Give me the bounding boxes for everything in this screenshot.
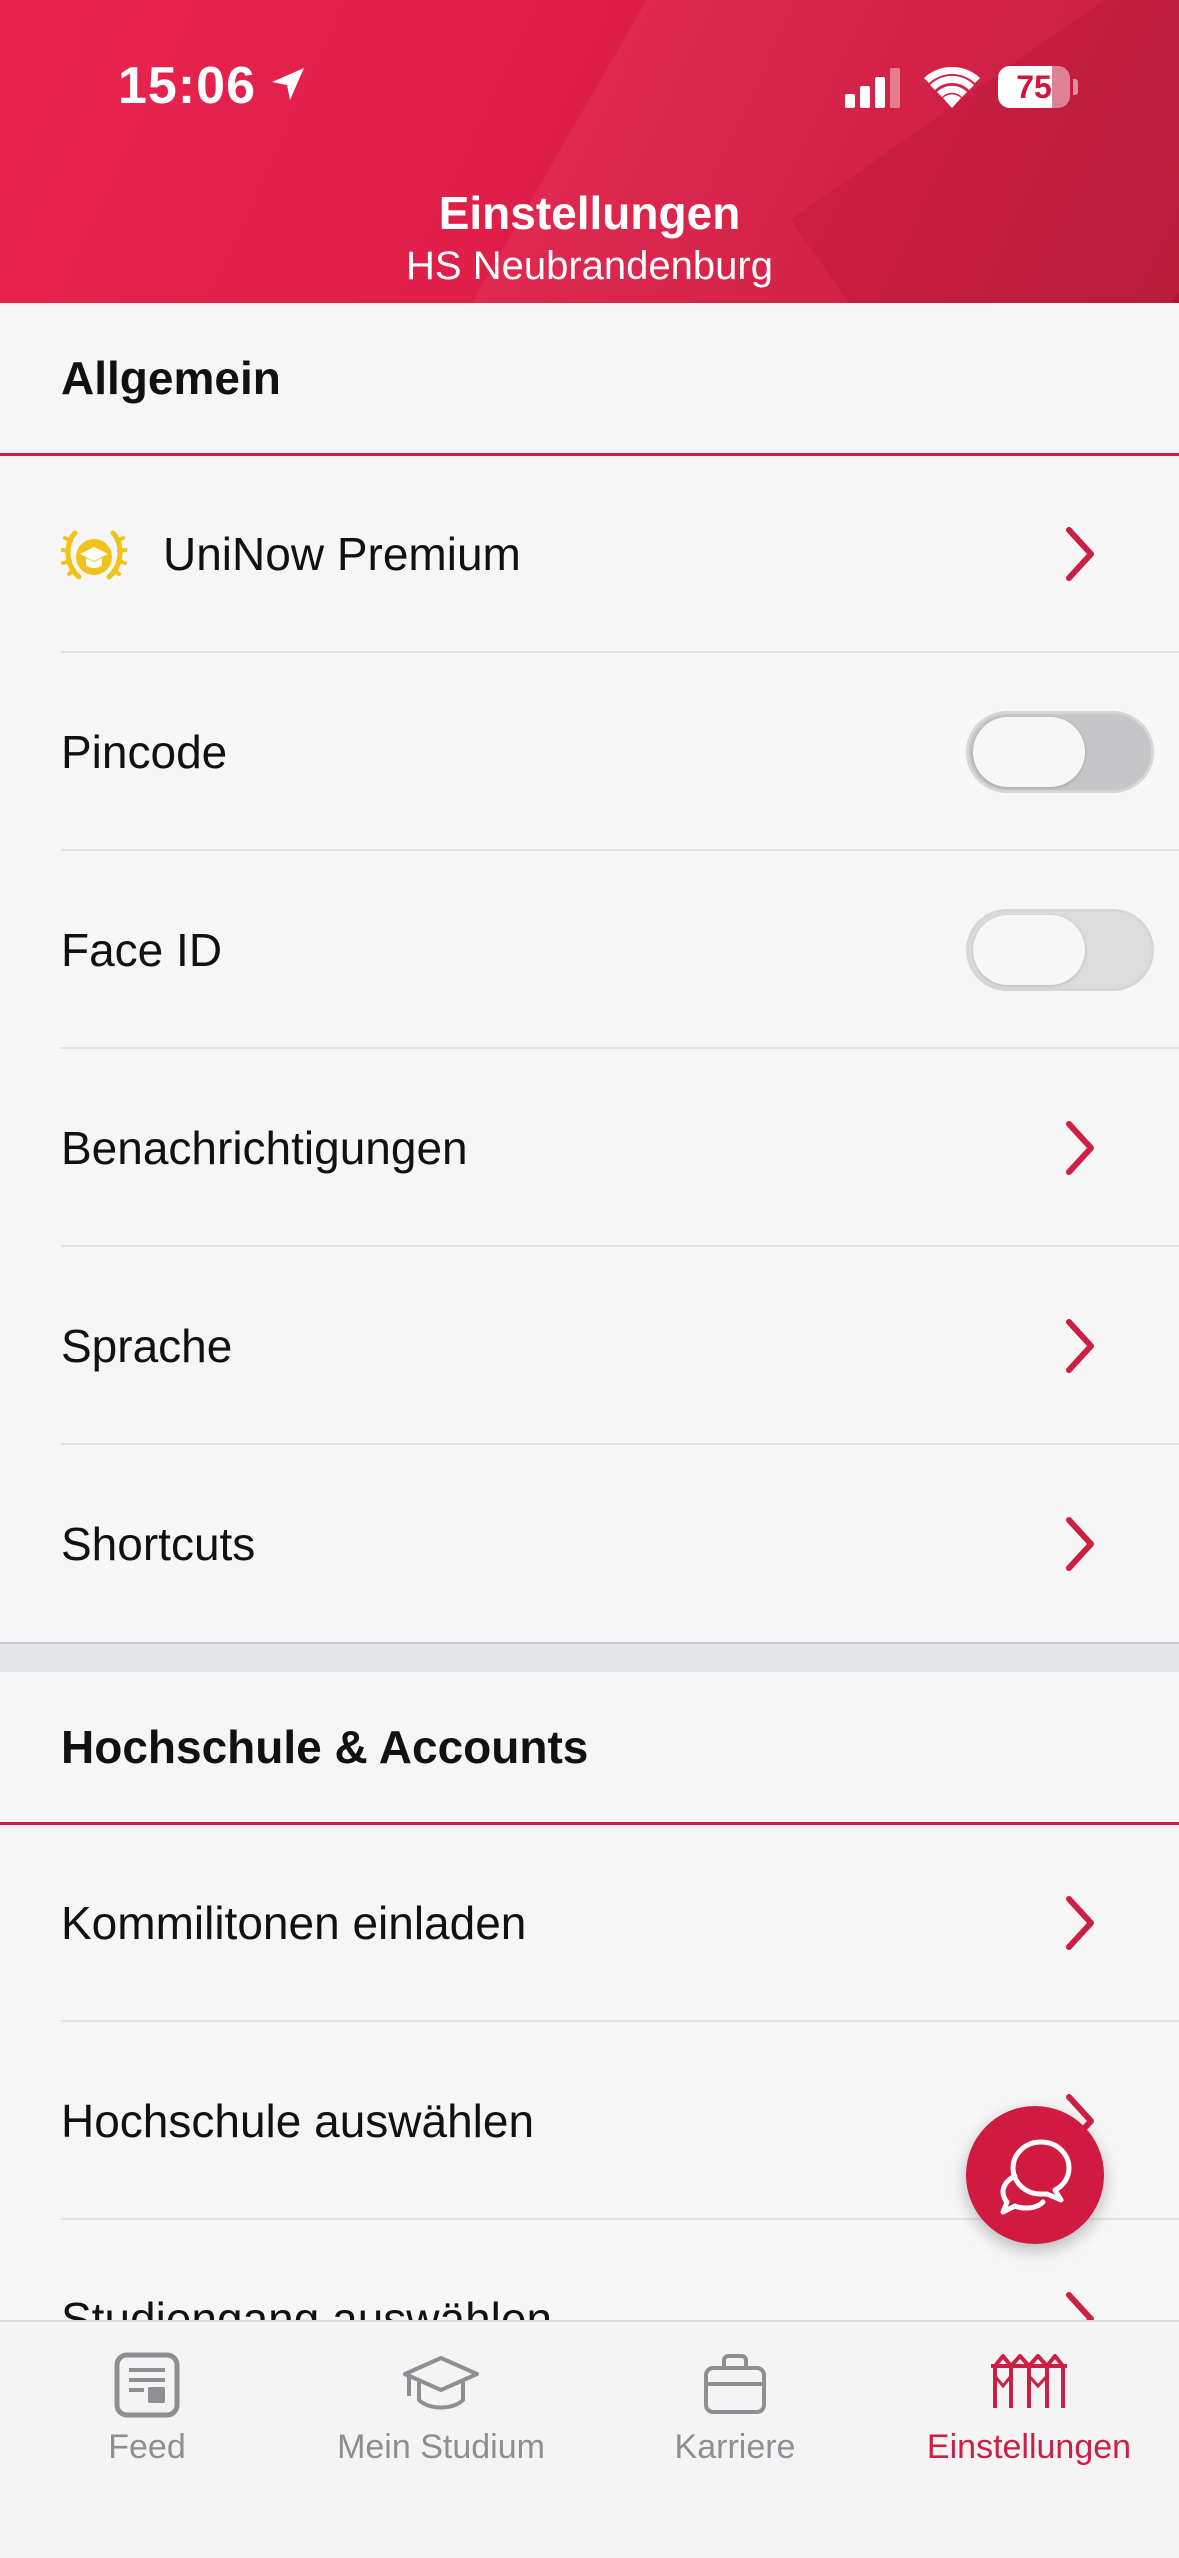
wifi-icon bbox=[924, 66, 980, 108]
settings-row-premium[interactable]: UniNow Premium bbox=[0, 455, 1179, 653]
premium-badge-icon bbox=[61, 530, 127, 580]
row-label: Sprache bbox=[61, 1320, 233, 1372]
tab-einstellungen[interactable]: Einstellungen bbox=[882, 2322, 1176, 2558]
tab-bar: Feed Mein Studium Karriere Einstellungen bbox=[0, 2320, 1179, 2558]
chevron-right-icon bbox=[1066, 1319, 1094, 1373]
section-separator bbox=[0, 1642, 1179, 1672]
row-label: Pincode bbox=[61, 726, 228, 778]
battery-indicator: 75 bbox=[998, 66, 1078, 108]
settings-row-face-id: Face ID bbox=[0, 851, 1179, 1049]
graduation-cap-icon bbox=[403, 2356, 479, 2410]
settings-row-invite-fellow-students[interactable]: Kommilitonen einladen bbox=[0, 1824, 1179, 2022]
chevron-right-icon bbox=[1066, 1517, 1094, 1571]
row-label: Benachrichtigungen bbox=[61, 1122, 468, 1174]
tab-mein-studium[interactable]: Mein Studium bbox=[294, 2322, 588, 2558]
tab-label: Feed bbox=[108, 2428, 186, 2466]
section-header-hochschule-accounts: Hochschule & Accounts bbox=[0, 1672, 1179, 1825]
chat-icon bbox=[1000, 2139, 1072, 2215]
row-label: Face ID bbox=[61, 924, 223, 976]
tab-feed[interactable]: Feed bbox=[0, 2322, 294, 2558]
battery-percentage: 75 bbox=[1016, 69, 1052, 105]
row-label: Shortcuts bbox=[61, 1518, 256, 1570]
chat-button[interactable] bbox=[966, 2106, 1104, 2244]
tab-karriere[interactable]: Karriere bbox=[588, 2322, 882, 2558]
section-title: Allgemein bbox=[61, 352, 281, 404]
section-header-allgemein: Allgemein bbox=[0, 303, 1179, 456]
section-title: Hochschule & Accounts bbox=[61, 1721, 589, 1773]
briefcase-icon bbox=[704, 2354, 766, 2414]
face-id-toggle[interactable] bbox=[966, 909, 1154, 991]
chevron-right-icon bbox=[1066, 527, 1094, 581]
row-label: Hochschule auswählen bbox=[61, 2095, 535, 2147]
pincode-toggle[interactable] bbox=[966, 711, 1154, 793]
settings-row-pincode: Pincode bbox=[0, 653, 1179, 851]
app-header: 15:06 75 Einstellungen HS Neubrandenburg bbox=[0, 0, 1179, 303]
cellular-signal-icon bbox=[845, 68, 900, 108]
settings-fence-icon bbox=[991, 2354, 1067, 2408]
row-label: UniNow Premium bbox=[163, 528, 521, 580]
tab-label: Mein Studium bbox=[337, 2428, 545, 2466]
row-label: Kommilitonen einladen bbox=[61, 1897, 527, 1949]
page-subtitle: HS Neubrandenburg bbox=[406, 244, 773, 288]
settings-row-shortcuts[interactable]: Shortcuts bbox=[0, 1445, 1179, 1643]
settings-row-notifications[interactable]: Benachrichtigungen bbox=[0, 1049, 1179, 1247]
chevron-right-icon bbox=[1066, 1896, 1094, 1950]
settings-row-language[interactable]: Sprache bbox=[0, 1247, 1179, 1445]
status-time: 15:06 bbox=[118, 57, 256, 115]
page-title: Einstellungen bbox=[438, 187, 741, 239]
feed-icon bbox=[114, 2352, 180, 2418]
tab-label: Karriere bbox=[674, 2428, 796, 2466]
location-arrow-icon bbox=[272, 68, 304, 100]
tab-label: Einstellungen bbox=[926, 2428, 1132, 2466]
chevron-right-icon bbox=[1066, 1121, 1094, 1175]
